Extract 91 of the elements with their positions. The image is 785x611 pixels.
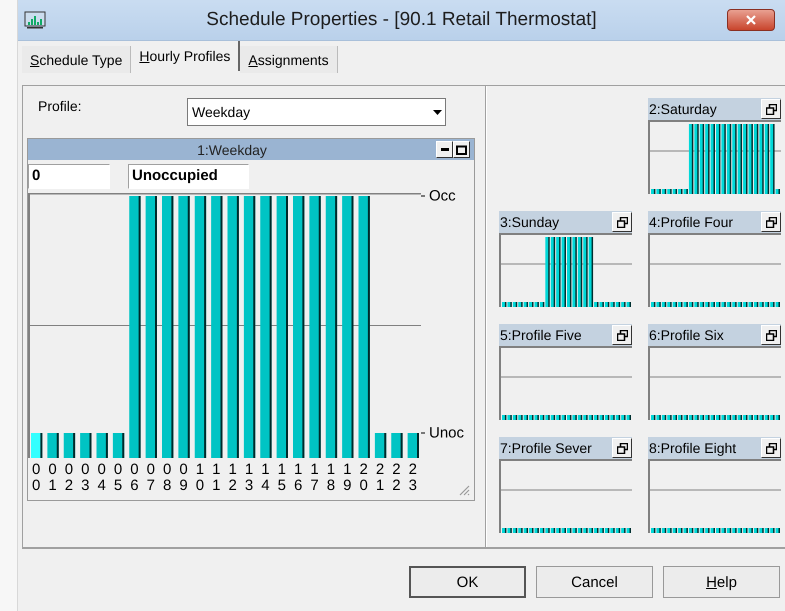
hour-label: 15	[278, 462, 286, 494]
bar[interactable]	[64, 433, 76, 458]
dialog-button[interactable]: Help	[663, 566, 780, 598]
hour-label: 11	[212, 462, 220, 494]
profile-title: 6:Profile Six	[649, 327, 724, 343]
hour-label: 16	[294, 462, 302, 494]
hour-label: 22	[392, 462, 401, 494]
bar[interactable]	[96, 433, 108, 458]
hour-label: 19	[343, 462, 352, 494]
bar[interactable]	[244, 196, 256, 458]
hour-label: 05	[114, 462, 122, 494]
bar[interactable]	[260, 196, 272, 458]
restore-button[interactable]	[761, 325, 781, 345]
close-button[interactable]	[727, 9, 775, 31]
tab[interactable]: Schedule Type	[22, 46, 132, 73]
restore-icon	[766, 330, 776, 340]
bar[interactable]	[211, 196, 222, 458]
profile-dropdown[interactable]: Weekday	[187, 98, 446, 126]
restore-icon	[766, 216, 776, 228]
dialog-button[interactable]: OK	[409, 566, 526, 598]
bar[interactable]	[129, 196, 141, 458]
bar[interactable]	[162, 196, 174, 458]
bar[interactable]	[178, 196, 190, 458]
restore-icon	[616, 216, 628, 228]
window-title: Schedule Properties - [90.1 Retail Thermostat]	[205, 9, 598, 31]
hour-label: 12	[228, 462, 237, 494]
restore-icon	[766, 104, 776, 114]
hour-label: 08	[163, 462, 172, 494]
profile-title: 8:Profile Eight	[649, 440, 736, 456]
resize-grip-icon[interactable]	[458, 484, 470, 496]
hour-label: 20	[360, 462, 368, 494]
hour-label: 07	[146, 462, 155, 494]
axis-label: Unoc	[429, 424, 464, 442]
hour-label: 03	[81, 462, 90, 494]
maximize-icon	[456, 144, 467, 154]
profile-title: 3:Sunday	[500, 214, 560, 230]
bar[interactable]	[276, 196, 288, 458]
profile-title: 4:Profile Four	[649, 214, 734, 230]
hour-label: 17	[310, 462, 319, 494]
bar[interactable]	[374, 433, 386, 458]
bar[interactable]	[342, 196, 354, 458]
hour-label: 02	[64, 462, 74, 494]
bar[interactable]	[47, 433, 59, 458]
bar[interactable]	[293, 196, 304, 458]
profile-title: 7:Profile Sever	[500, 440, 592, 456]
dropdown-arrow-icon	[433, 110, 442, 114]
hour-label: 09	[179, 462, 188, 494]
bar[interactable]	[31, 433, 42, 458]
restore-button[interactable]	[612, 212, 632, 232]
hour-label: 04	[98, 462, 106, 494]
minimize-button[interactable]	[436, 141, 453, 158]
hour-label: 01	[48, 462, 57, 494]
app-icon	[24, 11, 46, 29]
bar[interactable]	[391, 433, 403, 458]
hour-label: 00	[32, 462, 40, 494]
close-icon	[746, 15, 756, 25]
dialog-button[interactable]: Cancel	[536, 566, 653, 598]
bar[interactable]	[112, 433, 124, 458]
minimize-icon	[440, 148, 448, 151]
bar[interactable]	[146, 196, 157, 458]
profile-title: 5:Profile Five	[500, 327, 582, 343]
field-label: Profile:	[37, 98, 83, 114]
hour-label: 14	[261, 462, 270, 494]
restore-button[interactable]	[612, 438, 632, 458]
hour-label: 18	[326, 462, 336, 494]
hour-field[interactable]: 0	[28, 164, 110, 189]
axis-label: Occ	[429, 188, 456, 204]
bar[interactable]	[309, 196, 321, 458]
restore-button[interactable]	[761, 438, 781, 458]
hour-label: 23	[408, 462, 417, 494]
restore-icon	[616, 330, 628, 340]
hour-label: 10	[196, 462, 204, 494]
profile-title: 1:Weekday	[196, 142, 268, 158]
restore-button[interactable]	[761, 99, 781, 119]
restore-icon	[766, 442, 776, 454]
bar[interactable]	[326, 196, 338, 458]
restore-button[interactable]	[612, 325, 632, 345]
bar[interactable]	[80, 433, 92, 458]
bar[interactable]	[408, 433, 419, 458]
profile-title: 2:Saturday	[649, 101, 717, 117]
bar[interactable]	[194, 196, 206, 458]
hour-label: 06	[130, 462, 139, 494]
maximize-button[interactable]	[453, 141, 470, 158]
bar[interactable]	[228, 196, 239, 458]
restore-button[interactable]	[761, 212, 781, 232]
hour-label: 13	[244, 462, 254, 494]
hour-label: 21	[376, 462, 384, 494]
restore-icon	[616, 442, 628, 454]
bar[interactable]	[358, 196, 370, 458]
state-field[interactable]: Unoccupied	[128, 164, 249, 189]
tab[interactable]: Assignments	[240, 46, 338, 73]
